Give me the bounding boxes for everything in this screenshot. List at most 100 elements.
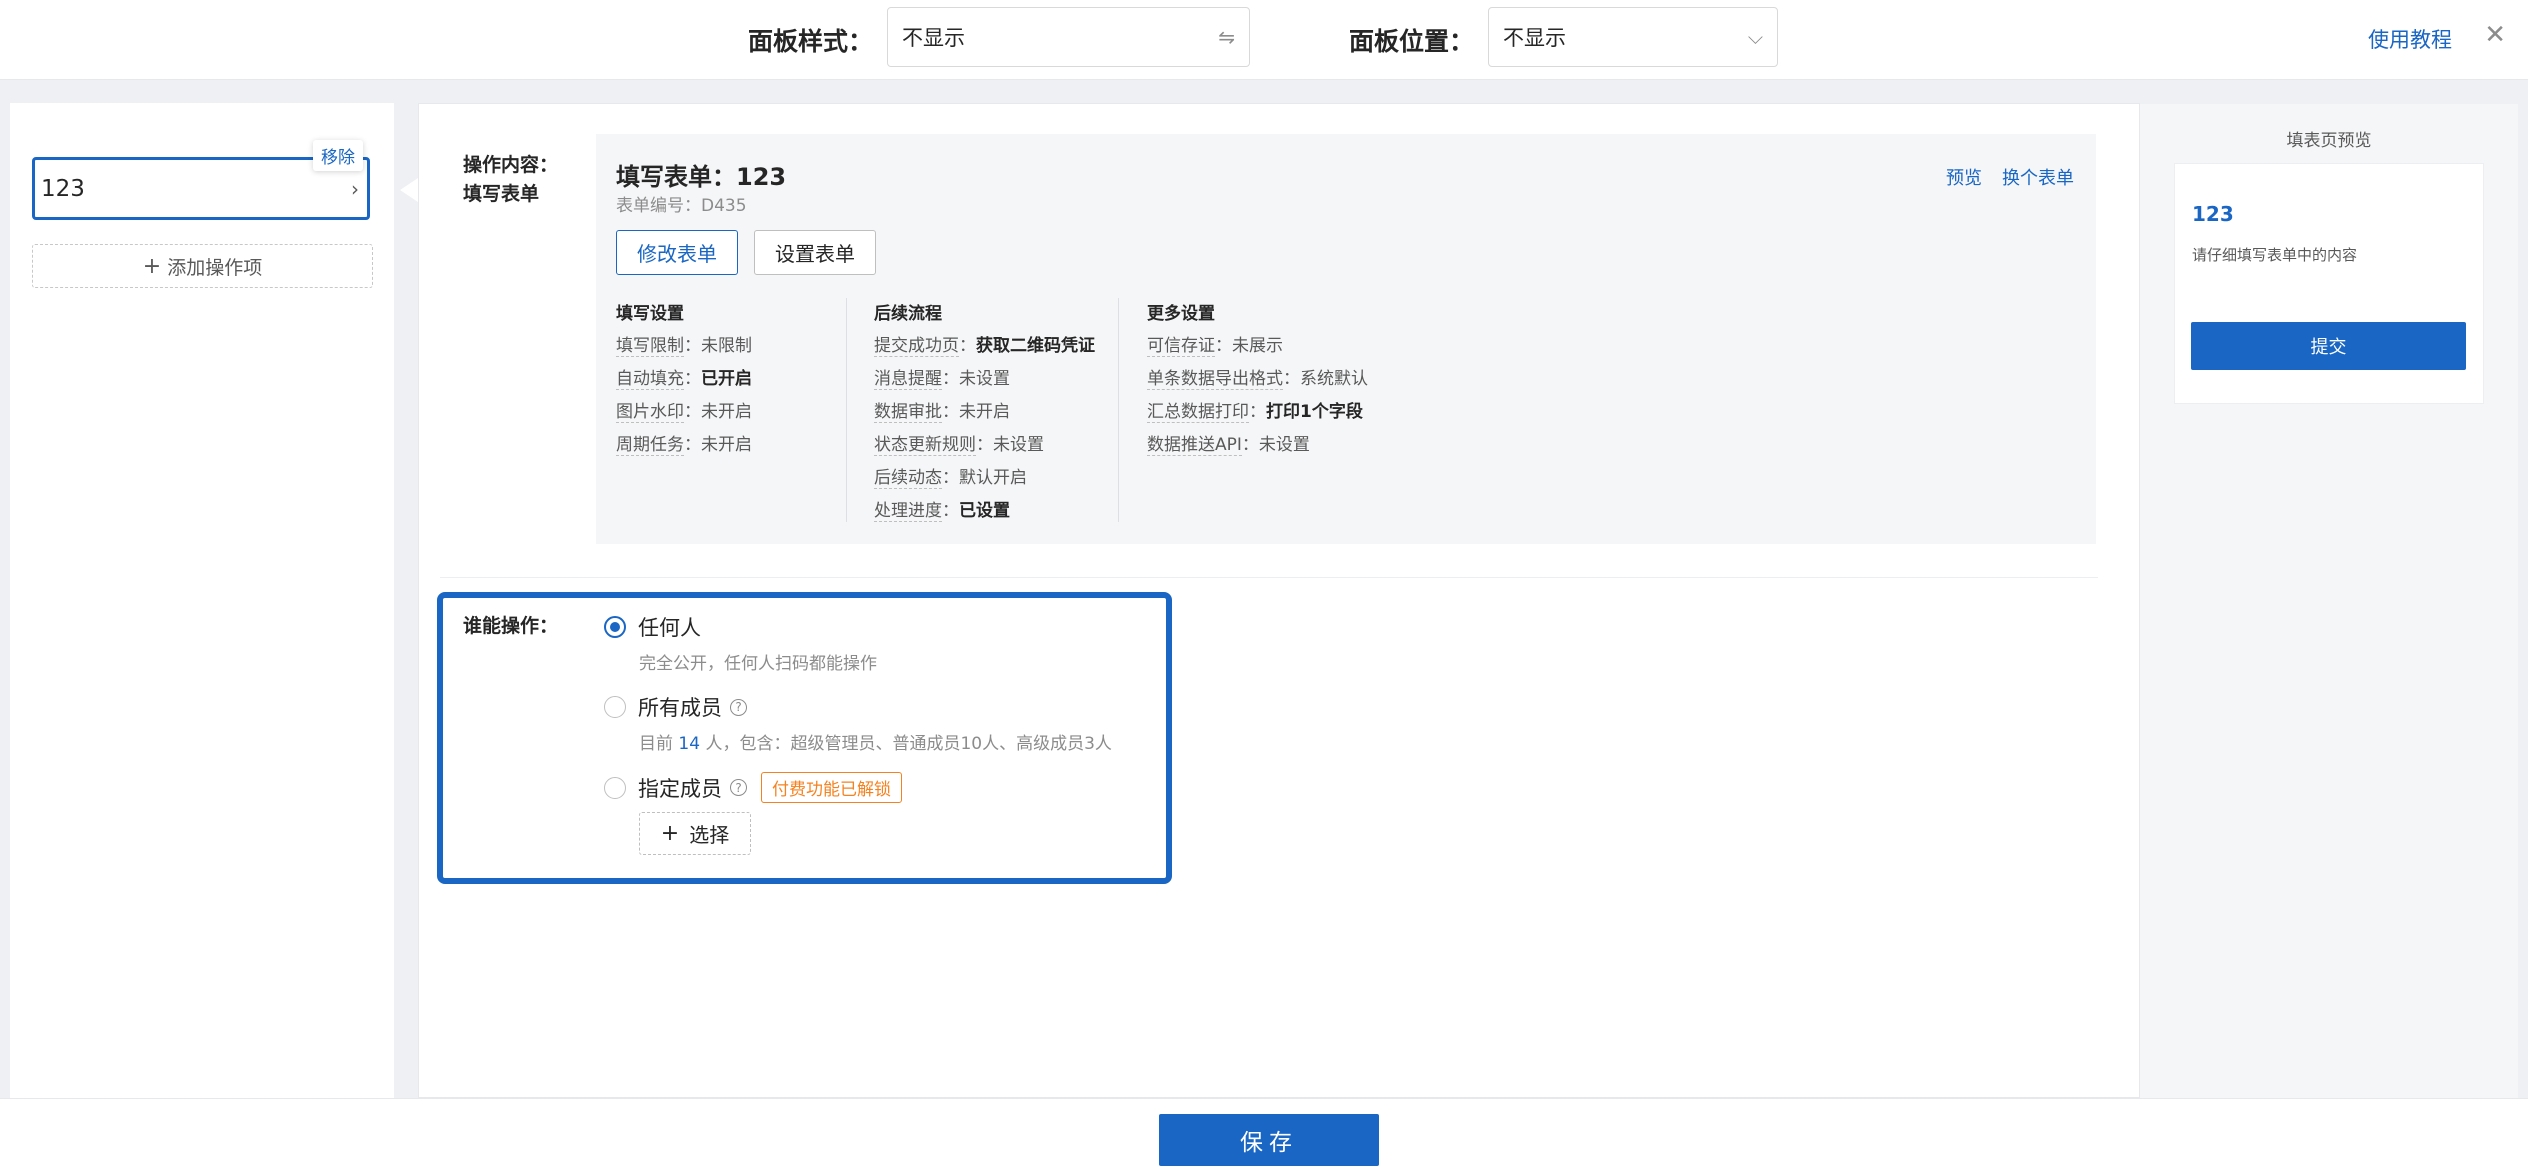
setting-value: 未展示 <box>1232 336 1283 356</box>
setting-value: 未设置 <box>993 435 1044 455</box>
option-specific-members[interactable]: 指定成员 ? 付费功能已解锁 <box>604 772 902 803</box>
setting-row[interactable]: 状态更新规则：未设置 <box>874 434 1095 467</box>
setting-row[interactable]: 后续动态：默认开启 <box>874 467 1095 500</box>
close-icon[interactable]: ✕ <box>2484 20 2506 50</box>
bottom-bar: 保存 <box>0 1098 2528 1176</box>
form-title: 填写表单：123 <box>616 163 787 191</box>
setting-value: 打印1个字段 <box>1266 402 1363 422</box>
edit-form-button[interactable]: 修改表单 <box>616 230 738 275</box>
setting-separator: ： <box>1241 435 1259 455</box>
setting-key: 图片水印 <box>616 402 684 423</box>
setting-key: 可信存证 <box>1147 336 1215 357</box>
setting-key: 状态更新规则 <box>874 435 976 456</box>
member-count-prefix: 目前 <box>639 734 673 754</box>
setting-row[interactable]: 图片水印：未开启 <box>616 401 752 434</box>
help-icon[interactable]: ? <box>730 779 747 796</box>
setting-key: 汇总数据打印 <box>1147 402 1249 423</box>
option-all-members[interactable]: 所有成员 ? <box>604 692 747 722</box>
setting-separator: ： <box>942 501 959 521</box>
radio-all-members[interactable] <box>604 696 626 718</box>
content-label-line2: 填写表单 <box>463 183 540 205</box>
form-settings-button[interactable]: 设置表单 <box>754 230 876 275</box>
setting-row[interactable]: 汇总数据打印：打印1个字段 <box>1147 401 1368 434</box>
setting-value: 系统默认 <box>1300 369 1368 389</box>
operation-item-value: 123 <box>41 175 85 202</box>
option-anyone-label: 任何人 <box>638 616 701 640</box>
setting-value: 获取二维码凭证 <box>976 336 1095 356</box>
column-divider <box>846 298 847 522</box>
setting-key: 消息提醒 <box>874 369 942 390</box>
setting-key: 数据审批 <box>874 402 942 423</box>
panel-position-select[interactable]: 不显示 ⌵ <box>1488 7 1778 67</box>
setting-separator: ： <box>684 402 701 422</box>
setting-separator: ： <box>1283 369 1300 389</box>
setting-row[interactable]: 单条数据导出格式：系统默认 <box>1147 368 1368 401</box>
panel-style-label: 面板样式： <box>748 27 874 56</box>
option-anyone-desc: 完全公开，任何人扫码都能操作 <box>639 654 877 674</box>
panel-style-value: 不显示 <box>902 26 965 50</box>
panel-position-label: 面板位置： <box>1349 27 1475 56</box>
setting-value: 未限制 <box>701 336 752 356</box>
setting-row[interactable]: 填写限制：未限制 <box>616 335 752 368</box>
chevron-right-icon: › <box>351 176 359 201</box>
preview-form-name: 123 <box>2192 202 2234 226</box>
help-icon[interactable]: ? <box>730 698 747 716</box>
setting-row[interactable]: 周期任务：未开启 <box>616 434 752 467</box>
setting-value: 默认开启 <box>959 468 1027 488</box>
option-specific-members-label: 指定成员 <box>638 776 722 801</box>
more-settings-column: 更多设置 可信存证：未展示 单条数据导出格式：系统默认 汇总数据打印：打印1个字段 数据… <box>1147 299 1368 467</box>
setting-row[interactable]: 可信存证：未展示 <box>1147 335 1368 368</box>
form-code: 表单编号：D435 <box>616 196 747 216</box>
select-members-button[interactable]: + 选择 <box>639 812 751 855</box>
switch-form-link[interactable]: 换个表单 <box>2002 164 2074 190</box>
setting-separator: ： <box>976 435 993 455</box>
setting-key: 单条数据导出格式 <box>1147 369 1283 390</box>
select-members-label: 选择 <box>689 823 730 847</box>
setting-separator: ： <box>1249 402 1266 422</box>
setting-separator: ： <box>942 402 959 422</box>
column-heading: 更多设置 <box>1147 304 1215 324</box>
setting-key: 自动填充 <box>616 369 684 390</box>
selection-pointer <box>400 178 418 202</box>
setting-row[interactable]: 提交成功页：获取二维码凭证 <box>874 335 1095 368</box>
radio-anyone[interactable] <box>604 616 626 638</box>
member-count-suffix: 人，包含：超级管理员、普通成员10人、高级成员3人 <box>705 734 1112 754</box>
content-label-line1: 操作内容： <box>463 154 559 176</box>
content-label: 操作内容： 填写表单 <box>463 151 558 209</box>
setting-key: 填写限制 <box>616 336 684 357</box>
setting-row[interactable]: 处理进度：已设置 <box>874 500 1095 533</box>
radio-specific-members[interactable] <box>604 776 626 799</box>
setting-value: 未开启 <box>701 402 752 422</box>
setting-key: 提交成功页 <box>874 336 959 357</box>
setting-separator: ： <box>959 336 976 356</box>
column-heading: 后续流程 <box>874 304 942 324</box>
preview-submit-button[interactable]: 提交 <box>2191 322 2466 370</box>
setting-value: 已开启 <box>701 369 752 389</box>
setting-row[interactable]: 自动填充：已开启 <box>616 368 752 401</box>
save-button[interactable]: 保存 <box>1159 1114 1379 1166</box>
setting-key: 数据推送API <box>1147 435 1242 456</box>
column-heading: 填写设置 <box>616 304 684 324</box>
paid-feature-badge: 付费功能已解锁 <box>761 772 902 803</box>
setting-separator: ： <box>684 435 701 455</box>
preview-link[interactable]: 预览 <box>1946 164 1982 190</box>
setting-row[interactable]: 数据推送API：未设置 <box>1147 434 1368 467</box>
member-count[interactable]: 14 <box>678 734 700 754</box>
form-info-card: 填写表单：123 表单编号：D435 预览 换个表单 修改表单 设置表单 填写设… <box>596 134 2096 544</box>
plus-icon: + <box>142 253 162 279</box>
tutorial-link[interactable]: 使用教程 <box>2368 24 2452 54</box>
panel-style-select[interactable]: 不显示 ⇋ <box>887 7 1250 67</box>
setting-value: 未开启 <box>701 435 752 455</box>
swap-arrows-icon: ⇋ <box>1218 25 1235 49</box>
option-anyone[interactable]: 任何人 <box>604 612 701 642</box>
add-operation-label: 添加操作项 <box>167 256 263 279</box>
chevron-down-icon: ⌵ <box>1747 25 1763 49</box>
add-operation-button[interactable]: + 添加操作项 <box>32 244 373 288</box>
setting-row[interactable]: 数据审批：未开启 <box>874 401 1095 434</box>
setting-row[interactable]: 消息提醒：未设置 <box>874 368 1095 401</box>
panel-position-value: 不显示 <box>1503 26 1566 50</box>
remove-button[interactable]: 移除 <box>313 140 363 171</box>
section-divider <box>440 577 2098 578</box>
setting-separator: ： <box>684 336 701 356</box>
setting-separator: ： <box>942 468 959 488</box>
